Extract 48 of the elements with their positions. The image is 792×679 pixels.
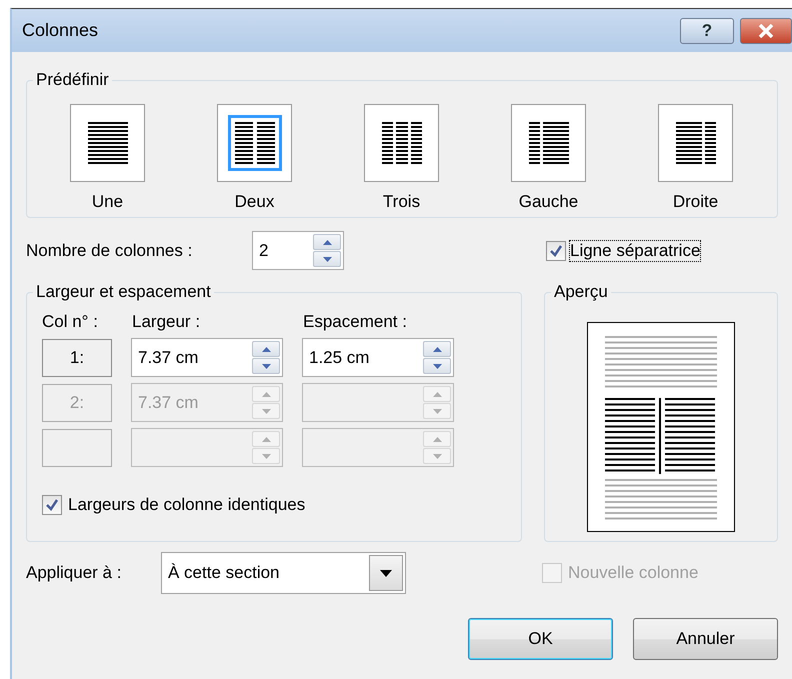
dialog-button[interactable]: Annuler bbox=[633, 618, 778, 660]
up-arrow-icon bbox=[262, 436, 270, 442]
close-icon bbox=[758, 24, 774, 38]
up-arrow-icon bbox=[432, 436, 442, 442]
field-label: Nombre de colonnes : bbox=[26, 240, 194, 260]
columns-icon bbox=[234, 122, 274, 164]
down-arrow-icon bbox=[322, 256, 332, 262]
spacing-spinner[interactable] bbox=[302, 428, 454, 467]
dialog-button[interactable]: OK bbox=[468, 618, 613, 660]
checkbox-label: Ligne séparatrice bbox=[570, 240, 700, 260]
apply-dropdown[interactable]: À cette section bbox=[161, 552, 406, 594]
spacing-spinner[interactable]: 1.25 cm bbox=[302, 338, 454, 377]
checkbox[interactable] bbox=[42, 495, 62, 515]
up-arrow-icon bbox=[262, 392, 270, 396]
up-arrow-icon bbox=[432, 346, 442, 352]
columns-icon bbox=[382, 122, 422, 164]
checkbox-label: Largeurs de colonne identiques bbox=[68, 495, 306, 515]
columns-icon bbox=[528, 122, 568, 164]
checkbox[interactable] bbox=[546, 240, 566, 260]
field-label: Appliquer à : bbox=[26, 563, 122, 583]
columns-icon bbox=[88, 122, 128, 164]
group-title: Largeur et espacement bbox=[35, 282, 212, 302]
width-spinner[interactable]: 7.37 cm bbox=[131, 338, 283, 377]
columns-icon bbox=[676, 122, 716, 164]
column-header: Col n° : bbox=[42, 312, 99, 332]
column-header: Espacement : bbox=[303, 312, 407, 332]
help-button[interactable]: ? bbox=[680, 18, 734, 44]
column-number: 1: bbox=[42, 338, 112, 376]
close-button[interactable] bbox=[740, 18, 792, 44]
column-number: 2: bbox=[42, 384, 112, 422]
width-spinner[interactable] bbox=[131, 428, 283, 467]
window-title: Colonnes bbox=[22, 20, 100, 41]
down-arrow-icon bbox=[432, 454, 442, 458]
columns-spinner[interactable]: 2 bbox=[252, 231, 344, 270]
down-arrow-icon bbox=[262, 364, 270, 368]
up-arrow-icon bbox=[322, 240, 332, 244]
spacing-spinner[interactable] bbox=[302, 383, 454, 422]
up-arrow-icon bbox=[262, 346, 270, 352]
up-arrow-icon bbox=[432, 392, 442, 396]
down-arrow-icon bbox=[262, 454, 270, 458]
down-arrow-icon bbox=[262, 408, 270, 414]
down-arrow-icon bbox=[432, 364, 442, 368]
dropdown-arrow-icon bbox=[380, 570, 392, 576]
column-header: Largeur : bbox=[132, 312, 202, 332]
checkbox-label: Nouvelle colonne bbox=[568, 563, 698, 583]
group-title: Aperçu bbox=[553, 282, 609, 302]
group-title: Prédéfinir bbox=[35, 70, 110, 90]
down-arrow-icon bbox=[432, 408, 442, 414]
